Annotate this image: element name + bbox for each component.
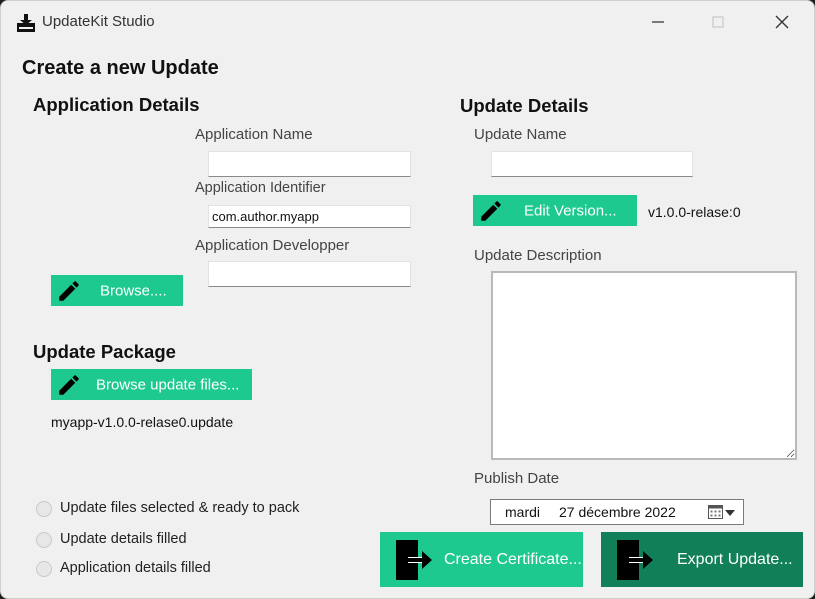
minimize-icon [652,21,664,23]
app-window: UpdateKit Studio Create a new Update App… [0,0,815,599]
update-details-heading: Update Details [460,95,589,116]
app-name-label: Application Name [195,126,313,143]
app-details-heading: Application Details [33,94,200,115]
create-certificate-button[interactable]: Create Certificate... [380,532,583,587]
pencil-icon [59,280,79,301]
update-package-heading: Update Package [33,341,176,362]
version-text: v1.0.0-relase:0 [648,204,741,220]
update-description-label: Update Description [474,247,602,264]
update-file-name: myapp-v1.0.0-relase0.update [51,414,234,430]
edit-version-button[interactable]: Edit Version... [473,195,637,226]
close-button[interactable] [761,9,805,35]
update-name-input[interactable] [491,151,693,177]
publish-date-picker[interactable]: mardi 27 décembre 2022 [490,499,744,525]
export-icon [396,540,432,580]
window-title: UpdateKit Studio [42,13,155,30]
app-icon [17,14,35,32]
app-developer-label: Application Developper [195,237,350,254]
status-files-ready-label: Update files selected & ready to pack [60,500,300,516]
update-description-textarea[interactable] [491,271,797,460]
page-title: Create a new Update [22,57,219,79]
status-files-ready-radio [36,501,52,517]
title-bar: UpdateKit Studio [1,1,814,45]
app-identifier-label: Application Identifier [195,180,326,196]
edit-version-label: Edit Version... [524,202,617,219]
browse-update-files-label: Browse update files... [96,376,240,393]
app-identifier-input[interactable] [208,205,411,228]
close-icon [775,15,789,29]
status-app-details-label: Application details filled [60,560,211,576]
publish-day: mardi [505,504,541,520]
publish-date-label: Publish Date [474,470,560,487]
status-update-details-radio [36,532,52,548]
browse-update-files-button[interactable]: Browse update files... [51,369,252,400]
maximize-icon [712,16,724,28]
pencil-icon [481,200,501,221]
chevron-down-icon [725,510,735,516]
maximize-button[interactable] [697,9,741,35]
export-update-button[interactable]: Export Update... [601,532,803,587]
app-developer-input[interactable] [208,261,411,287]
create-certificate-label: Create Certificate... [444,550,582,568]
minimize-button[interactable] [637,9,681,35]
export-update-label: Export Update... [677,550,793,568]
update-name-label: Update Name [474,126,567,143]
app-browse-label: Browse.... [100,282,167,299]
calendar-icon [708,505,723,519]
app-name-input[interactable] [208,151,411,177]
pencil-icon [59,374,79,395]
status-update-details-label: Update details filled [60,531,187,547]
app-browse-button[interactable]: Browse.... [51,275,183,306]
status-app-details-radio [36,561,52,577]
export-icon [617,540,653,580]
publish-date: 27 décembre 2022 [559,504,676,520]
